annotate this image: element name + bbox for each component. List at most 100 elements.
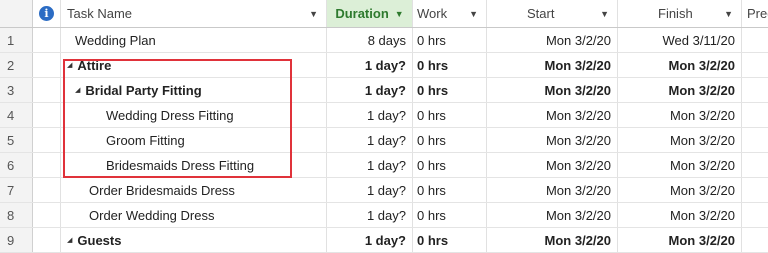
dropdown-arrow-icon[interactable]: ▼ (600, 9, 609, 19)
indicator-cell[interactable] (33, 228, 61, 252)
duration-cell[interactable]: 8 days (327, 28, 413, 52)
work-cell[interactable]: 0 hrs (413, 78, 487, 102)
row-number[interactable]: 2 (0, 53, 33, 77)
column-header-indicators[interactable]: i (33, 0, 61, 27)
predecessors-cell[interactable] (742, 228, 768, 252)
finish-cell[interactable]: Mon 3/2/20 (618, 78, 742, 102)
task-name-cell[interactable]: Wedding Dress Fitting (61, 103, 327, 127)
duration-cell[interactable]: 1 day? (327, 103, 413, 127)
table-row[interactable]: 6 Bridesmaids Dress Fitting 1 day? 0 hrs… (0, 153, 768, 178)
row-number[interactable]: 3 (0, 78, 33, 102)
task-name-cell[interactable]: Order Wedding Dress (61, 203, 327, 227)
table-row[interactable]: 8 Order Wedding Dress 1 day? 0 hrs Mon 3… (0, 203, 768, 228)
column-header-duration[interactable]: Duration ▼ (327, 0, 413, 27)
table-row[interactable]: 5 Groom Fitting 1 day? 0 hrs Mon 3/2/20 … (0, 128, 768, 153)
collapse-triangle-icon[interactable]: ◢ (75, 86, 80, 94)
start-cell[interactable]: Mon 3/2/20 (487, 203, 618, 227)
row-number[interactable]: 1 (0, 28, 33, 52)
indicator-cell[interactable] (33, 53, 61, 77)
row-number[interactable]: 5 (0, 128, 33, 152)
column-header-work[interactable]: Work ▼ (413, 0, 487, 27)
table-row[interactable]: 7 Order Bridesmaids Dress 1 day? 0 hrs M… (0, 178, 768, 203)
predecessors-cell[interactable] (742, 78, 768, 102)
finish-cell[interactable]: Mon 3/2/20 (618, 153, 742, 177)
finish-cell[interactable]: Wed 3/11/20 (618, 28, 742, 52)
start-cell[interactable]: Mon 3/2/20 (487, 78, 618, 102)
collapse-triangle-icon[interactable]: ◢ (67, 236, 72, 244)
row-number[interactable]: 6 (0, 153, 33, 177)
predecessors-cell[interactable] (742, 128, 768, 152)
dropdown-arrow-icon[interactable]: ▼ (469, 9, 478, 19)
dropdown-arrow-icon[interactable]: ▼ (309, 9, 318, 19)
finish-cell[interactable]: Mon 3/2/20 (618, 178, 742, 202)
column-header-task-name[interactable]: Task Name ▼ (61, 0, 327, 27)
duration-cell[interactable]: 1 day? (327, 228, 413, 252)
start-cell[interactable]: Mon 3/2/20 (487, 103, 618, 127)
finish-cell[interactable]: Mon 3/2/20 (618, 228, 742, 252)
row-number[interactable]: 8 (0, 203, 33, 227)
row-number[interactable]: 4 (0, 103, 33, 127)
predecessors-cell[interactable] (742, 28, 768, 52)
table-row[interactable]: 9 ◢ Guests 1 day? 0 hrs Mon 3/2/20 Mon 3… (0, 228, 768, 253)
indicator-cell[interactable] (33, 128, 61, 152)
table-row[interactable]: 1 Wedding Plan 8 days 0 hrs Mon 3/2/20 W… (0, 28, 768, 53)
work-cell[interactable]: 0 hrs (413, 153, 487, 177)
table-row[interactable]: 3 ◢ Bridal Party Fitting 1 day? 0 hrs Mo… (0, 78, 768, 103)
predecessors-cell[interactable] (742, 153, 768, 177)
task-name-cell[interactable]: Groom Fitting (61, 128, 327, 152)
start-cell[interactable]: Mon 3/2/20 (487, 128, 618, 152)
select-all-corner[interactable] (0, 0, 33, 27)
work-cell[interactable]: 0 hrs (413, 228, 487, 252)
task-name-cell[interactable]: ◢ Guests (61, 228, 327, 252)
predecessors-cell[interactable] (742, 103, 768, 127)
task-name: Wedding Dress Fitting (106, 107, 234, 123)
duration-cell[interactable]: 1 day? (327, 128, 413, 152)
duration-cell[interactable]: 1 day? (327, 178, 413, 202)
start-cell[interactable]: Mon 3/2/20 (487, 178, 618, 202)
task-name-cell[interactable]: Bridesmaids Dress Fitting (61, 153, 327, 177)
table-row[interactable]: 2 ◢ Attire 1 day? 0 hrs Mon 3/2/20 Mon 3… (0, 53, 768, 78)
row-number[interactable]: 7 (0, 178, 33, 202)
duration-cell[interactable]: 1 day? (327, 203, 413, 227)
predecessors-cell[interactable] (742, 203, 768, 227)
task-name-cell[interactable]: ◢ Bridal Party Fitting (61, 78, 327, 102)
column-header-finish[interactable]: Finish ▼ (618, 0, 742, 27)
collapse-triangle-icon[interactable]: ◢ (67, 61, 72, 69)
work-cell[interactable]: 0 hrs (413, 28, 487, 52)
dropdown-arrow-icon[interactable]: ▼ (395, 9, 404, 19)
task-name: Order Wedding Dress (89, 207, 215, 223)
work-cell[interactable]: 0 hrs (413, 103, 487, 127)
finish-cell[interactable]: Mon 3/2/20 (618, 53, 742, 77)
work-cell[interactable]: 0 hrs (413, 53, 487, 77)
row-number[interactable]: 9 (0, 228, 33, 252)
task-name-cell[interactable]: ◢ Attire (61, 53, 327, 77)
work-cell[interactable]: 0 hrs (413, 203, 487, 227)
start-cell[interactable]: Mon 3/2/20 (487, 228, 618, 252)
work-cell[interactable]: 0 hrs (413, 178, 487, 202)
indicator-cell[interactable] (33, 103, 61, 127)
finish-cell[interactable]: Mon 3/2/20 (618, 103, 742, 127)
finish-cell[interactable]: Mon 3/2/20 (618, 203, 742, 227)
finish-cell[interactable]: Mon 3/2/20 (618, 128, 742, 152)
column-header-start[interactable]: Start ▼ (487, 0, 618, 27)
indicator-cell[interactable] (33, 153, 61, 177)
indicator-cell[interactable] (33, 78, 61, 102)
predecessors-cell[interactable] (742, 53, 768, 77)
task-name-cell[interactable]: Wedding Plan (61, 28, 327, 52)
indicator-cell[interactable] (33, 28, 61, 52)
duration-cell[interactable]: 1 day? (327, 53, 413, 77)
duration-cell[interactable]: 1 day? (327, 153, 413, 177)
indicator-cell[interactable] (33, 178, 61, 202)
start-cell[interactable]: Mon 3/2/20 (487, 53, 618, 77)
duration-cell[interactable]: 1 day? (327, 78, 413, 102)
task-name-cell[interactable]: Order Bridesmaids Dress (61, 178, 327, 202)
table-row[interactable]: 4 Wedding Dress Fitting 1 day? 0 hrs Mon… (0, 103, 768, 128)
task-name: Bridesmaids Dress Fitting (106, 157, 255, 173)
work-cell[interactable]: 0 hrs (413, 128, 487, 152)
predecessors-cell[interactable] (742, 178, 768, 202)
start-cell[interactable]: Mon 3/2/20 (487, 28, 618, 52)
dropdown-arrow-icon[interactable]: ▼ (724, 9, 733, 19)
start-cell[interactable]: Mon 3/2/20 (487, 153, 618, 177)
column-header-predecessors[interactable]: Predecessor (742, 0, 768, 27)
indicator-cell[interactable] (33, 203, 61, 227)
